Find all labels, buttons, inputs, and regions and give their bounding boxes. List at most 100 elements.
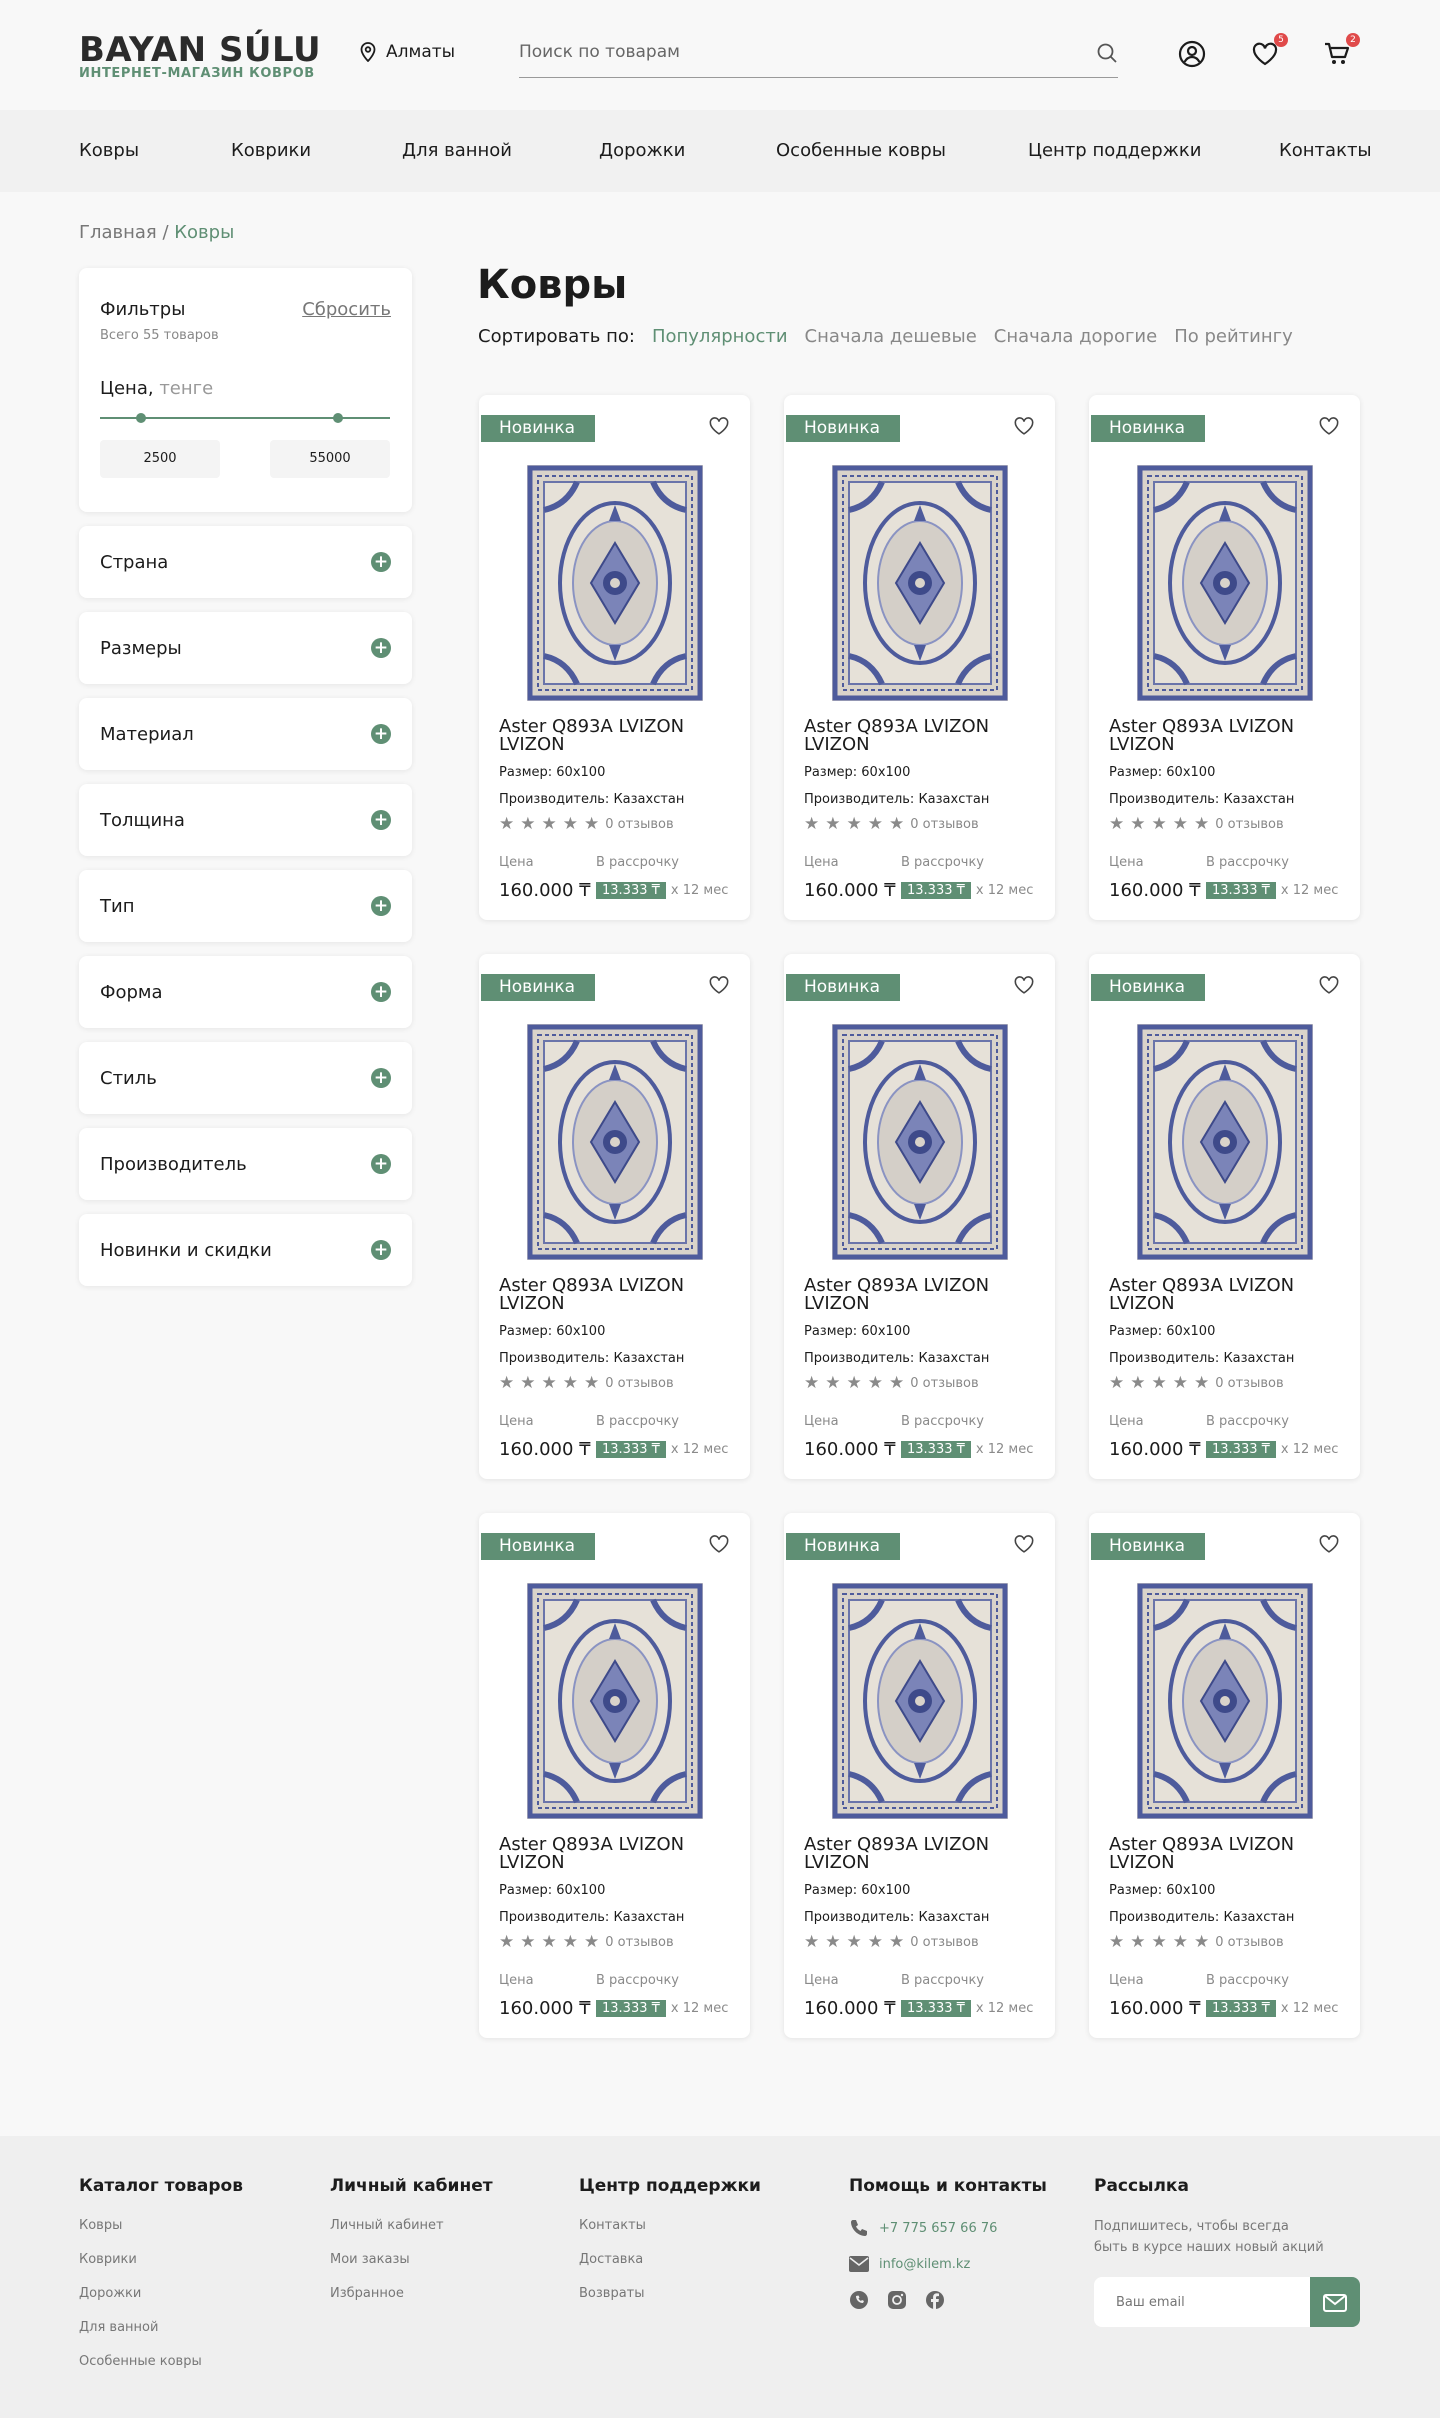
product-image[interactable] — [832, 1583, 1008, 1819]
favorite-heart-icon[interactable] — [708, 415, 730, 441]
favorite-heart-icon[interactable] — [1318, 415, 1340, 441]
product-card[interactable]: Новинка Aster Q893A LVIZON LVIZON Размер… — [1089, 954, 1360, 1479]
favorite-heart-icon[interactable] — [1013, 1533, 1035, 1559]
filter-material[interactable]: Материал + — [79, 698, 412, 770]
product-maker: Производитель: Казахстан — [804, 1910, 990, 1925]
footer-link[interactable]: Для ванной — [79, 2320, 243, 2335]
star-icon: ★ — [584, 1932, 600, 1952]
product-card[interactable]: Новинка Aster Q893A LVIZON LVIZON Размер… — [1089, 395, 1360, 920]
logo[interactable]: BAYAN SÚLU ИНТЕРНЕТ-МАГАЗИН КОВРОВ — [79, 31, 321, 81]
favorite-heart-icon[interactable] — [1318, 1533, 1340, 1559]
favorite-heart-icon[interactable] — [708, 974, 730, 1000]
product-card[interactable]: Новинка Aster Q893A LVIZON LVIZON Размер… — [479, 1513, 750, 2038]
installment-monthly: 13.333 ₸ — [1206, 882, 1276, 899]
footer-heading: Центр поддержки — [579, 2176, 761, 2196]
product-image[interactable] — [1137, 465, 1313, 701]
newsletter-submit-button[interactable] — [1310, 2277, 1360, 2327]
filter-maker[interactable]: Производитель + — [79, 1128, 412, 1200]
breadcrumb-home[interactable]: Главная — [79, 222, 157, 243]
search-icon[interactable] — [1096, 42, 1118, 68]
footer-link[interactable]: Избранное — [330, 2286, 493, 2301]
search-input[interactable] — [519, 38, 1079, 62]
installment-label: В рассрочку — [901, 1973, 984, 1988]
footer-link[interactable]: Личный кабинет — [330, 2218, 493, 2233]
filter-type[interactable]: Тип + — [79, 870, 412, 942]
filter-style[interactable]: Стиль + — [79, 1042, 412, 1114]
product-card[interactable]: Новинка Aster Q893A LVIZON LVIZON Размер… — [784, 395, 1055, 920]
favorite-heart-icon[interactable] — [1013, 415, 1035, 441]
price-max-input[interactable]: 55000 — [270, 440, 390, 478]
product-image[interactable] — [527, 465, 703, 701]
filter-new-sale[interactable]: Новинки и скидки + — [79, 1214, 412, 1286]
product-image[interactable] — [527, 1583, 703, 1819]
price-slider-min-handle[interactable] — [136, 413, 146, 423]
account-icon[interactable] — [1178, 40, 1208, 70]
city-selector[interactable]: Алматы — [360, 42, 455, 62]
price-slider-max-handle[interactable] — [333, 413, 343, 423]
product-image[interactable] — [832, 465, 1008, 701]
reviews-count: 0 отзывов — [605, 1935, 674, 1950]
star-icon: ★ — [889, 814, 905, 834]
product-image[interactable] — [1137, 1583, 1313, 1819]
product-name[interactable]: Aster Q893A LVIZON LVIZON — [499, 718, 739, 754]
product-name[interactable]: Aster Q893A LVIZON LVIZON — [1109, 1836, 1349, 1872]
product-name[interactable]: Aster Q893A LVIZON LVIZON — [499, 1277, 739, 1313]
product-card[interactable]: Новинка Aster Q893A LVIZON LVIZON Размер… — [784, 954, 1055, 1479]
favorite-heart-icon[interactable] — [1318, 974, 1340, 1000]
filter-shape[interactable]: Форма + — [79, 956, 412, 1028]
product-image[interactable] — [527, 1024, 703, 1260]
nav-item-kovriki[interactable]: Коврики — [231, 140, 311, 161]
footer-link[interactable]: Дорожки — [79, 2286, 243, 2301]
footer-phone[interactable]: +7 775 657 66 76 — [849, 2218, 1047, 2238]
sort-popularity[interactable]: Популярности — [652, 326, 788, 347]
cart-icon[interactable]: 2 — [1323, 33, 1360, 70]
nav-item-support[interactable]: Центр поддержки — [1028, 140, 1201, 161]
nav-item-runners[interactable]: Дорожки — [599, 140, 685, 161]
filter-sizes[interactable]: Размеры + — [79, 612, 412, 684]
filter-reset-link[interactable]: Сбросить — [302, 299, 391, 320]
product-card[interactable]: Новинка Aster Q893A LVIZON LVIZON Размер… — [479, 954, 750, 1479]
product-name[interactable]: Aster Q893A LVIZON LVIZON — [804, 1277, 1044, 1313]
footer-link[interactable]: Контакты — [579, 2218, 761, 2233]
product-maker: Производитель: Казахстан — [804, 792, 990, 807]
footer-email[interactable]: info@kilem.kz — [849, 2256, 1047, 2272]
nav-item-contacts[interactable]: Контакты — [1279, 140, 1372, 161]
product-image[interactable] — [1137, 1024, 1313, 1260]
sort-expensive-first[interactable]: Сначала дорогие — [994, 326, 1157, 347]
sort-rating[interactable]: По рейтингу — [1174, 326, 1293, 347]
product-name[interactable]: Aster Q893A LVIZON LVIZON — [1109, 1277, 1349, 1313]
favorite-heart-icon[interactable] — [1013, 974, 1035, 1000]
footer-link[interactable]: Доставка — [579, 2252, 761, 2267]
instagram-icon[interactable] — [887, 2290, 907, 2310]
product-name[interactable]: Aster Q893A LVIZON LVIZON — [499, 1836, 739, 1872]
product-card[interactable]: Новинка Aster Q893A LVIZON LVIZON Размер… — [1089, 1513, 1360, 2038]
footer-link[interactable]: Особенные ковры — [79, 2354, 243, 2369]
newsletter-email-input[interactable] — [1094, 2277, 1310, 2327]
new-badge: Новинка — [1091, 1533, 1206, 1560]
sort-cheap-first[interactable]: Сначала дешевые — [805, 326, 977, 347]
favorite-heart-icon[interactable] — [708, 1533, 730, 1559]
product-name[interactable]: Aster Q893A LVIZON LVIZON — [1109, 718, 1349, 754]
whatsapp-icon[interactable] — [849, 2290, 869, 2310]
product-name[interactable]: Aster Q893A LVIZON LVIZON — [804, 718, 1044, 754]
footer-link[interactable]: Коврики — [79, 2252, 243, 2267]
filter-country[interactable]: Страна + — [79, 526, 412, 598]
footer-link[interactable]: Ковры — [79, 2218, 243, 2233]
installment-term: х 12 мес — [1280, 2001, 1339, 2016]
rating: ★ ★ ★ ★ ★ 0 отзывов — [804, 1375, 979, 1392]
product-name[interactable]: Aster Q893A LVIZON LVIZON — [804, 1836, 1044, 1872]
footer-link[interactable]: Мои заказы — [330, 2252, 493, 2267]
installment-monthly: 13.333 ₸ — [901, 2000, 971, 2017]
price-min-input[interactable]: 2500 — [100, 440, 220, 478]
nav-item-special[interactable]: Особенные ковры — [776, 140, 946, 161]
product-image[interactable] — [832, 1024, 1008, 1260]
nav-item-kovry[interactable]: Ковры — [79, 140, 139, 161]
footer-link[interactable]: Возвраты — [579, 2286, 761, 2301]
nav-item-bath[interactable]: Для ванной — [402, 140, 512, 161]
filter-thickness[interactable]: Толщина + — [79, 784, 412, 856]
facebook-icon[interactable] — [925, 2290, 945, 2310]
filter-section-label: Новинки и скидки — [100, 1239, 272, 1261]
product-card[interactable]: Новинка Aster Q893A LVIZON LVIZON Размер… — [479, 395, 750, 920]
product-card[interactable]: Новинка Aster Q893A LVIZON LVIZON Размер… — [784, 1513, 1055, 2038]
favorites-icon[interactable]: 5 — [1251, 33, 1288, 70]
